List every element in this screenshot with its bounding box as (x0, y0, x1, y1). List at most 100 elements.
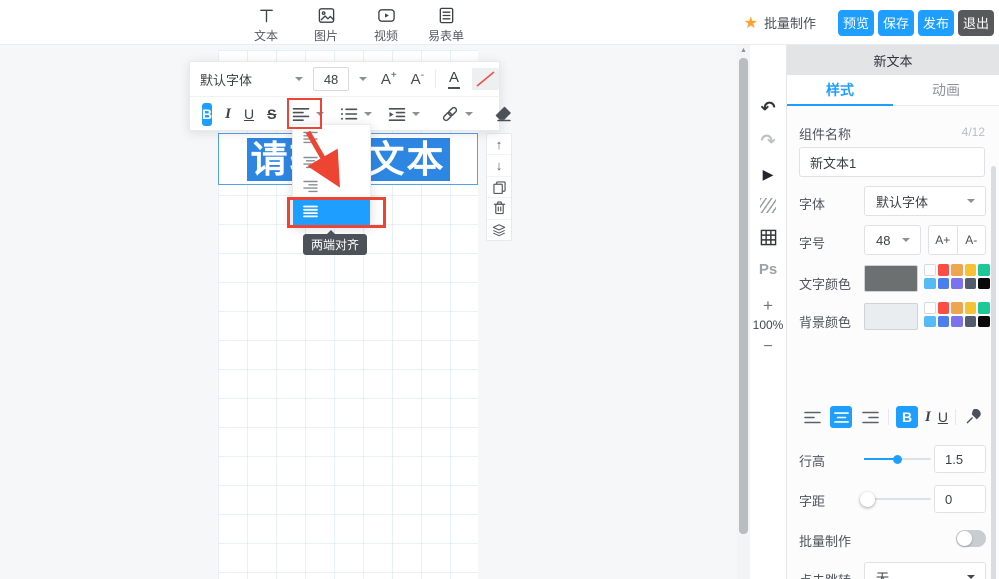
underline-button[interactable]: U (244, 106, 254, 122)
tool-text-label: 文本 (253, 29, 278, 43)
align-left-button[interactable] (801, 406, 823, 428)
indent-dropdown-caret[interactable] (412, 112, 421, 120)
batch-make-link[interactable]: 批量制作 (764, 13, 816, 32)
publish-button[interactable]: 发布 (918, 9, 954, 36)
color-swatch[interactable] (924, 315, 936, 327)
move-up-button[interactable]: ↑ (487, 134, 511, 156)
image-icon (317, 4, 336, 26)
format-brush-button[interactable] (963, 406, 985, 428)
color-swatch[interactable] (978, 302, 990, 314)
text-color-palette[interactable] (924, 264, 990, 289)
tool-video[interactable]: 视频 (363, 4, 409, 44)
color-swatch[interactable] (964, 264, 976, 276)
preview-button[interactable]: 预览 (838, 9, 874, 36)
letter-spacing-thumb[interactable] (860, 491, 875, 507)
decrease-font-button[interactable]: A- (411, 70, 424, 88)
bg-color-current[interactable] (864, 303, 918, 330)
link-button[interactable] (441, 105, 459, 123)
layers-button[interactable] (487, 220, 511, 240)
save-button[interactable]: 保存 (878, 9, 914, 36)
jump-select[interactable]: 无 (864, 562, 986, 579)
delete-button[interactable] (487, 198, 511, 220)
sidebar-scrollbar-thumb[interactable] (991, 166, 996, 579)
font-size-select[interactable]: 48 (313, 67, 349, 91)
canvas-scrollbar-thumb[interactable] (739, 58, 748, 534)
color-swatch[interactable] (978, 277, 990, 289)
strikethrough-button[interactable]: S (267, 106, 276, 122)
chevron-down-icon[interactable] (358, 77, 367, 85)
list-dropdown-caret[interactable] (364, 112, 373, 120)
color-swatch[interactable] (951, 277, 963, 289)
line-height-thumb[interactable] (893, 454, 902, 464)
font-family-select[interactable]: 默认字体 (200, 70, 304, 89)
color-swatch[interactable] (964, 302, 976, 314)
color-swatch[interactable] (924, 264, 936, 276)
play-button[interactable]: ▶ (750, 166, 786, 183)
zoom-in-button[interactable]: + (750, 296, 786, 316)
color-swatch[interactable] (937, 315, 949, 327)
indent-button[interactable] (388, 107, 406, 122)
bg-color-palette[interactable] (924, 302, 990, 327)
zoom-out-button[interactable]: − (750, 338, 786, 356)
color-swatch[interactable] (924, 277, 936, 289)
text-icon (257, 4, 276, 26)
line-height-slider[interactable] (864, 454, 931, 464)
font-color-button[interactable]: A (447, 69, 460, 89)
color-swatch[interactable] (951, 315, 963, 327)
line-height-input[interactable] (934, 445, 986, 473)
tool-image[interactable]: 图片 (303, 4, 349, 44)
text-color-current[interactable] (864, 265, 918, 292)
pattern-tool-button[interactable] (760, 198, 776, 213)
insert-tools: 文本 图片 视频 易表单 (243, 4, 469, 44)
list-button[interactable] (340, 107, 358, 121)
italic-button[interactable]: I (225, 106, 231, 123)
color-swatch[interactable] (964, 277, 976, 289)
editor-app: 文本 图片 视频 易表单 ★ 批量制作 预览 保存 发布 退出 默认字体 48 … (0, 0, 999, 579)
font-select[interactable]: 默认字体 (864, 186, 986, 216)
color-swatch[interactable] (978, 264, 990, 276)
component-name-input[interactable] (799, 147, 985, 177)
divider (888, 409, 889, 425)
bold-button[interactable]: B (896, 406, 918, 428)
bold-button[interactable]: B (202, 102, 213, 126)
size-increase-button[interactable]: A+ (929, 226, 958, 254)
exit-button[interactable]: 退出 (958, 9, 994, 36)
move-down-button[interactable]: ↓ (487, 155, 511, 177)
align-right-option[interactable] (293, 174, 370, 198)
scrollbar-up-icon[interactable]: ▲ (737, 47, 750, 54)
letter-spacing-input[interactable] (934, 485, 986, 513)
tab-style[interactable]: 样式 (787, 75, 893, 105)
color-swatch[interactable] (964, 315, 976, 327)
link-dropdown-caret[interactable] (465, 112, 474, 120)
color-swatch[interactable] (978, 315, 990, 327)
align-right-button[interactable] (859, 406, 881, 428)
layers-icon (492, 224, 506, 237)
align-center-button[interactable] (830, 406, 852, 428)
letter-spacing-slider[interactable] (860, 491, 931, 507)
grid-tool-button[interactable] (750, 229, 786, 246)
color-swatch[interactable] (951, 264, 963, 276)
eraser-button[interactable] (494, 106, 512, 122)
highlight-color-button[interactable] (472, 68, 499, 90)
ps-tool-button[interactable]: Ps (750, 261, 786, 278)
size-select[interactable]: 48 (864, 225, 921, 255)
color-swatch[interactable] (937, 277, 949, 289)
tool-text[interactable]: 文本 (243, 4, 289, 44)
underline-button[interactable]: U (938, 409, 948, 425)
tab-animation[interactable]: 动画 (893, 75, 999, 105)
canvas-scrollbar[interactable]: ▲ (737, 45, 750, 579)
size-stepper: A+ A- (928, 225, 986, 255)
redo-button[interactable]: ↷ (750, 131, 786, 152)
align-center-option[interactable] (293, 150, 370, 174)
color-swatch[interactable] (924, 302, 936, 314)
batch-toggle[interactable] (956, 530, 986, 547)
size-decrease-button[interactable]: A- (958, 226, 986, 254)
color-swatch[interactable] (937, 264, 949, 276)
undo-button[interactable]: ↶ (750, 98, 786, 119)
color-swatch[interactable] (937, 302, 949, 314)
increase-font-button[interactable]: A+ (381, 70, 397, 88)
color-swatch[interactable] (951, 302, 963, 314)
duplicate-button[interactable] (487, 177, 511, 199)
tool-form[interactable]: 易表单 (423, 4, 469, 44)
italic-button[interactable]: I (925, 409, 931, 426)
